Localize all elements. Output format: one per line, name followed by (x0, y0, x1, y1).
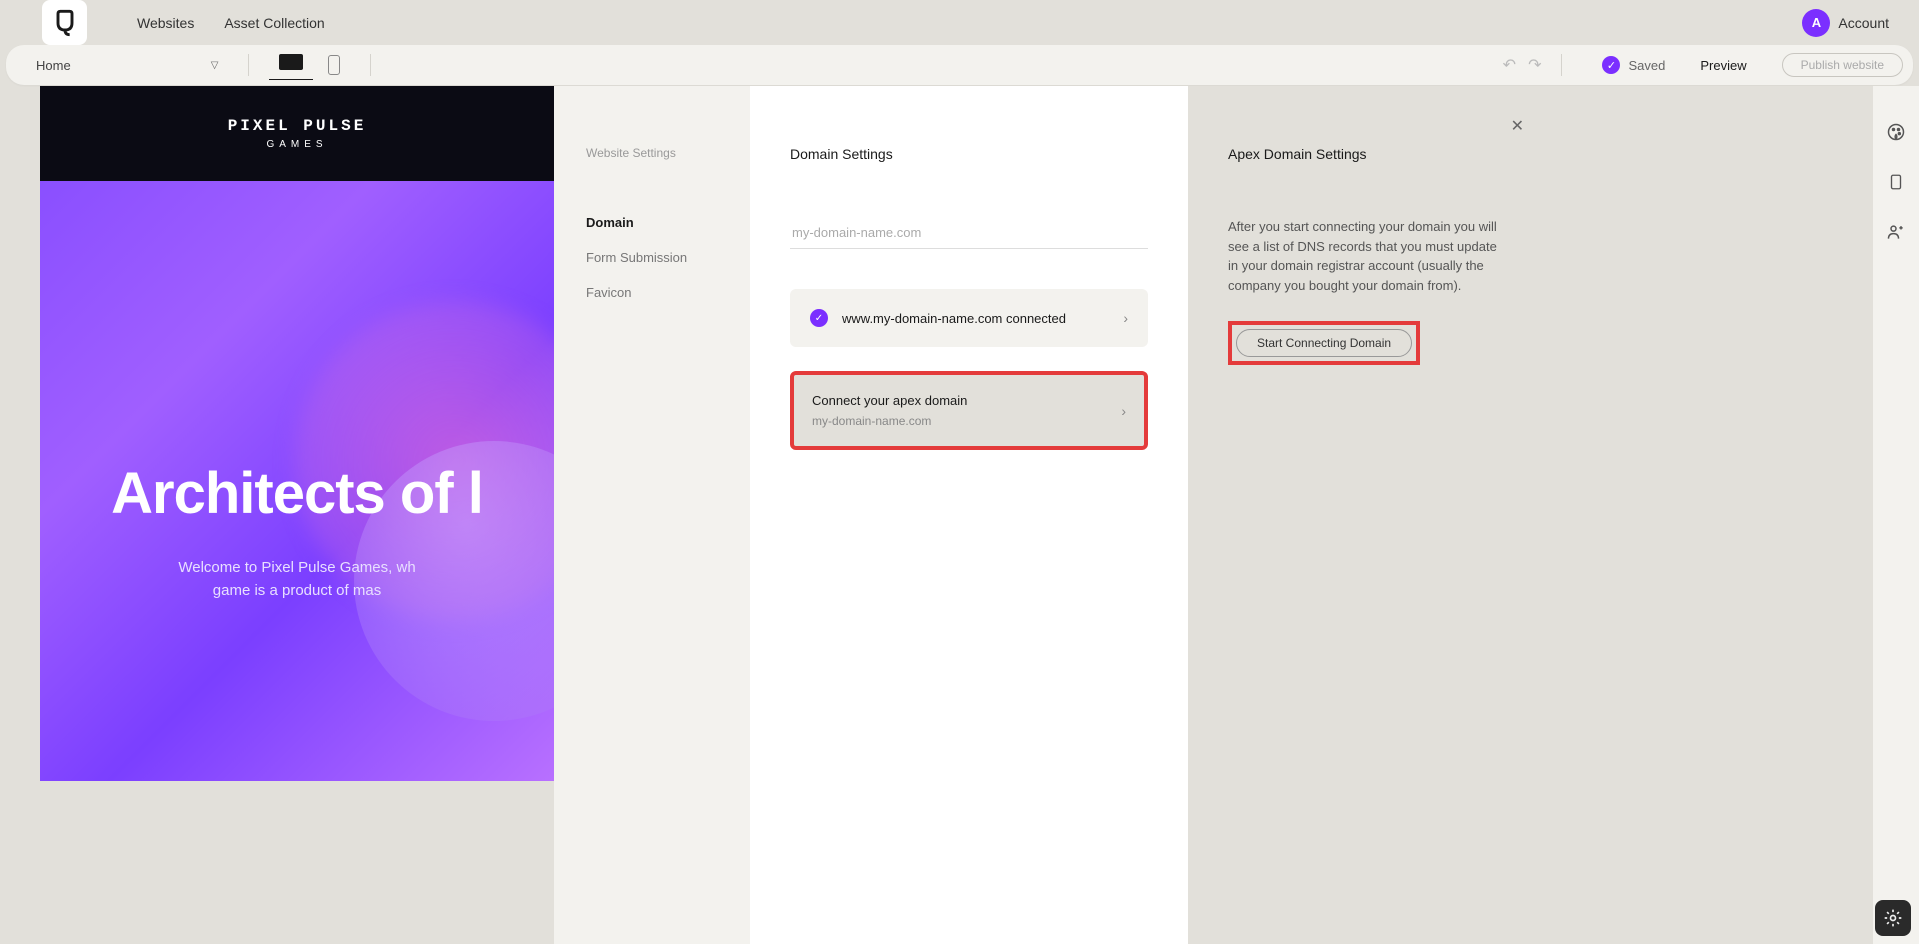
connected-domain-card[interactable]: ✓ www.my-domain-name.com connected › (790, 289, 1148, 347)
redo-icon[interactable]: ↷ (1528, 55, 1541, 75)
publish-button[interactable]: Publish website (1782, 53, 1903, 77)
check-icon: ✓ (1602, 56, 1620, 74)
chevron-down-icon: ▽ (211, 60, 219, 71)
settings-title: Website Settings (586, 146, 718, 160)
page-selector[interactable]: Home ▽ (16, 58, 238, 73)
site-canvas[interactable]: PIXEL PULSE GAMES Architects of l Welcom… (40, 86, 554, 944)
page-selector-label: Home (36, 58, 71, 73)
chevron-right-icon: › (1123, 310, 1128, 326)
apex-card-title: Connect your apex domain (812, 393, 1107, 408)
topnav-links: Websites Asset Collection (137, 15, 325, 31)
undo-icon[interactable]: ↶ (1503, 55, 1516, 75)
editor-toolbar: Home ▽ ↶ ↷ ✓ Saved Preview Publish websi… (6, 45, 1913, 85)
nav-assets[interactable]: Asset Collection (224, 15, 324, 31)
saved-label: Saved (1628, 58, 1665, 73)
app-logo[interactable] (42, 0, 87, 45)
close-icon[interactable]: ✕ (1511, 116, 1524, 136)
connect-apex-card[interactable]: Connect your apex domain my-domain-name.… (790, 371, 1148, 450)
undo-redo: ↶ ↷ (1493, 55, 1552, 75)
palette-icon[interactable] (1886, 122, 1906, 142)
mobile-icon[interactable] (328, 55, 340, 75)
right-rail (1872, 86, 1919, 944)
settings-gear-button[interactable] (1875, 900, 1911, 936)
apex-description: After you start connecting your domain y… (1228, 217, 1506, 295)
start-button-highlight: Start Connecting Domain (1228, 321, 1420, 365)
account-label: Account (1838, 15, 1889, 31)
nav-websites[interactable]: Websites (137, 15, 194, 31)
device-switcher (259, 54, 360, 76)
preview-button[interactable]: Preview (1700, 58, 1746, 73)
apex-card-sub: my-domain-name.com (812, 414, 1107, 428)
account-menu[interactable]: A Account (1802, 9, 1889, 37)
hero-subtitle: Welcome to Pixel Pulse Games, wh game is… (178, 557, 415, 602)
gear-icon (1883, 908, 1903, 928)
page-icon[interactable] (1886, 172, 1906, 192)
start-connecting-button[interactable]: Start Connecting Domain (1236, 329, 1412, 357)
device-desktop-button[interactable] (279, 54, 303, 76)
check-icon: ✓ (810, 309, 828, 327)
desktop-icon (279, 54, 303, 70)
settings-sidebar: Website Settings Domain Form Submission … (554, 86, 750, 944)
main-area: PIXEL PULSE GAMES Architects of l Welcom… (0, 86, 1919, 944)
avatar: A (1802, 9, 1830, 37)
connected-domain-text: www.my-domain-name.com connected (842, 311, 1109, 326)
domain-panel: Domain Settings ✓ www.my-domain-name.com… (750, 86, 1188, 944)
domain-input[interactable] (790, 217, 1148, 249)
settings-nav-form[interactable]: Form Submission (586, 250, 718, 265)
domain-panel-title: Domain Settings (790, 146, 1148, 162)
people-icon[interactable] (1886, 222, 1906, 242)
site-logo-main: PIXEL PULSE (228, 117, 367, 135)
save-status: ✓ Saved (1602, 56, 1665, 74)
site-header: PIXEL PULSE GAMES (40, 86, 554, 181)
apex-panel-title: Apex Domain Settings (1228, 146, 1506, 162)
site-hero: Architects of l Welcome to Pixel Pulse G… (40, 181, 554, 781)
site-logo-sub: GAMES (228, 139, 367, 150)
settings-nav-favicon[interactable]: Favicon (586, 285, 718, 300)
hero-title: Architects of l (111, 460, 483, 527)
apex-panel: ✕ Apex Domain Settings After you start c… (1188, 86, 1546, 944)
top-nav: Websites Asset Collection A Account (0, 0, 1919, 45)
chevron-right-icon: › (1121, 403, 1126, 419)
settings-nav-domain[interactable]: Domain (586, 215, 718, 230)
logo-icon (51, 9, 79, 37)
site-logo: PIXEL PULSE GAMES (228, 117, 367, 150)
